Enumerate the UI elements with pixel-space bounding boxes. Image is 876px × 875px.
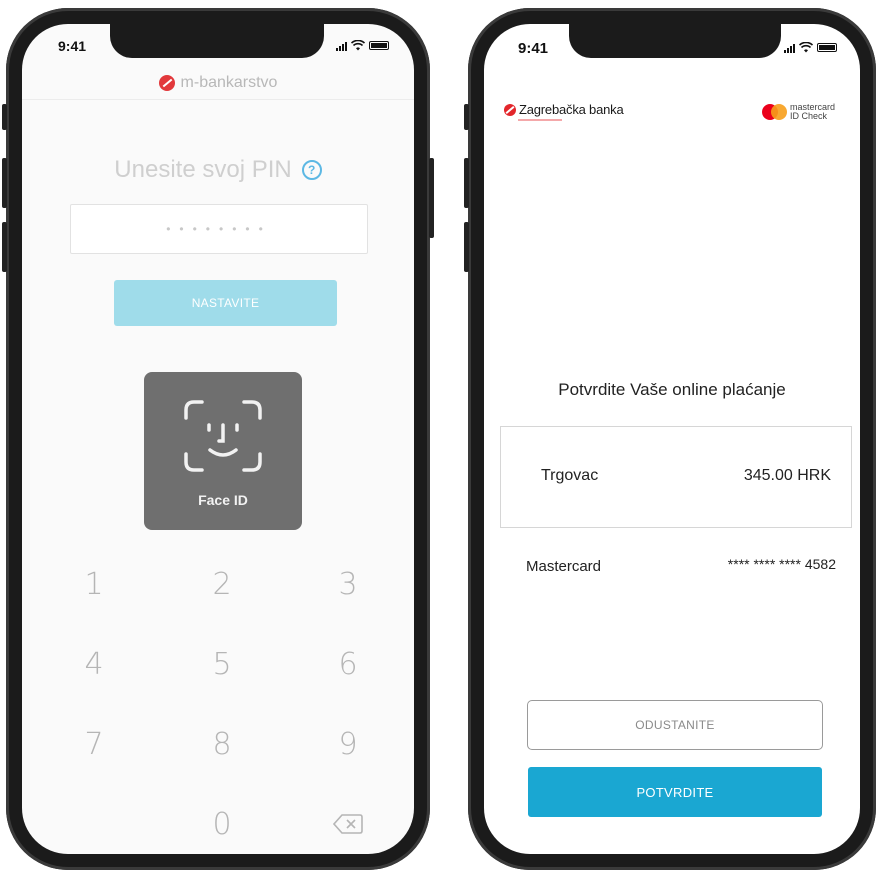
- mc-brand-line2: ID Check: [790, 111, 828, 121]
- merchant-label: Trgovac: [541, 467, 599, 484]
- key-2[interactable]: 2: [182, 554, 262, 614]
- battery-icon: [817, 43, 837, 52]
- status-time: 9:41: [518, 40, 549, 57]
- bank-tagline: [518, 119, 562, 121]
- key-5[interactable]: 5: [182, 634, 262, 694]
- phone-left: 9:41 m-bankarstvo Unesite svoj PIN ? •••…: [2, 8, 434, 870]
- bank-logo-icon: [504, 103, 516, 116]
- wifi-icon: [351, 40, 365, 51]
- key-8[interactable]: 8: [182, 714, 262, 774]
- mastercard-icon: [762, 104, 787, 120]
- status-time: 9:41: [58, 38, 87, 54]
- pin-input[interactable]: ••••••••: [70, 204, 368, 254]
- mute-switch: [2, 104, 7, 130]
- volume-down-button: [2, 222, 7, 272]
- volume-up-button: [2, 158, 7, 208]
- phone-right: 9:41 Zagrebačka banka mastercard ID Chec…: [464, 8, 876, 870]
- key-4[interactable]: 4: [54, 634, 134, 694]
- signal-icon: [784, 43, 795, 53]
- mastercard-id-check-logo: mastercard ID Check: [762, 103, 835, 121]
- continue-button[interactable]: NASTAVITE: [114, 280, 337, 326]
- mute-switch: [464, 104, 469, 130]
- pin-title: Unesite svoj PIN ?: [22, 156, 414, 184]
- battery-icon: [369, 41, 389, 50]
- help-icon[interactable]: ?: [301, 160, 322, 180]
- backspace-key[interactable]: [308, 794, 388, 854]
- key-3[interactable]: 3: [308, 554, 388, 614]
- bank-logo: Zagrebačka banka: [504, 102, 624, 117]
- key-1[interactable]: 1: [54, 554, 134, 614]
- confirm-button[interactable]: POTVRDITE: [528, 767, 822, 817]
- faceid-label: Face ID: [198, 492, 248, 508]
- screen-payment-confirmation: 9:41 Zagrebačka banka mastercard ID Chec…: [484, 24, 860, 854]
- status-icons: [784, 42, 837, 53]
- key-6[interactable]: 6: [308, 634, 388, 694]
- key-0[interactable]: 0: [182, 794, 262, 854]
- key-9[interactable]: 9: [308, 714, 388, 774]
- volume-down-button: [464, 222, 469, 272]
- app-header: m-bankarstvo: [22, 66, 414, 100]
- power-button: [429, 158, 434, 238]
- card-label: Mastercard: [526, 558, 602, 575]
- cancel-button[interactable]: ODUSTANITE: [527, 700, 823, 750]
- page-title: Potvrdite Vaše online plaćanje: [558, 380, 786, 399]
- status-icons: [336, 40, 389, 51]
- screen-pin-entry: 9:41 m-bankarstvo Unesite svoj PIN ? •••…: [22, 24, 414, 854]
- app-name: m-bankarstvo: [180, 73, 278, 91]
- wifi-icon: [799, 42, 813, 53]
- key-7[interactable]: 7: [54, 714, 134, 774]
- bank-logo-icon: [158, 74, 175, 91]
- backspace-icon: [333, 814, 363, 834]
- pin-title-text: Unesite svoj PIN: [114, 156, 292, 183]
- notch: [569, 24, 781, 58]
- faceid-button[interactable]: Face ID: [144, 372, 302, 530]
- signal-icon: [336, 41, 347, 51]
- volume-up-button: [464, 158, 469, 208]
- notch: [110, 24, 324, 58]
- faceid-icon: [184, 400, 262, 472]
- payment-summary-card: Trgovac 345.00 HRK: [500, 426, 852, 528]
- bank-name: Zagrebačka banka: [519, 102, 624, 117]
- card-number: **** **** **** 4582: [727, 556, 836, 572]
- payment-amount: 345.00 HRK: [743, 467, 831, 484]
